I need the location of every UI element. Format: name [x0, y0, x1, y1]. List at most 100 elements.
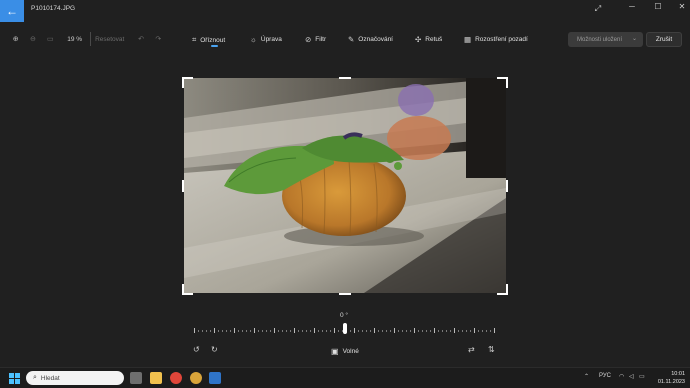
language-indicator[interactable]: РУС: [599, 373, 611, 379]
clock[interactable]: 10:01 01.11.2023: [650, 370, 685, 386]
undo-icon[interactable]: ↶: [132, 35, 149, 43]
fit-to-window-icon[interactable]: ▭: [42, 35, 59, 43]
ruler-tick: [226, 330, 227, 332]
ruler-tick: [454, 328, 455, 333]
ruler-tick: [410, 330, 411, 332]
flip-vertical-icon[interactable]: ⇅: [488, 345, 495, 354]
ruler-tick: [238, 330, 239, 332]
ruler-tick: [474, 328, 475, 333]
windows-start-icon[interactable]: [9, 373, 20, 384]
reset-button[interactable]: Resetovat: [95, 36, 124, 43]
expand-icon[interactable]: ⤢: [586, 4, 610, 14]
ruler-tick: [450, 330, 451, 332]
photo-canvas[interactable]: [184, 78, 506, 293]
clock-date: 01.11.2023: [657, 379, 685, 385]
tab-label: Úprava: [260, 36, 282, 43]
zoom-in-icon[interactable]: ⊕: [7, 35, 24, 43]
rotation-slider-handle[interactable]: [343, 323, 347, 334]
ruler-tick: [466, 330, 467, 332]
ruler-tick: [206, 330, 207, 332]
ruler-tick: [222, 330, 223, 332]
photos-app-icon[interactable]: [209, 372, 221, 384]
minimize-button[interactable]: ─: [620, 2, 644, 11]
task-view-icon[interactable]: [130, 372, 142, 384]
ruler-tick: [242, 330, 243, 332]
ruler-tick: [378, 330, 379, 332]
ruler-tick: [386, 330, 387, 332]
chevron-down-icon: ⌄: [631, 36, 637, 42]
crop-handle-bottom-right[interactable]: [497, 284, 508, 295]
crop-handle-left[interactable]: [182, 180, 184, 192]
tab-markup[interactable]: ✎ Označování: [348, 35, 393, 44]
zoom-out-icon[interactable]: ⊖: [24, 35, 41, 43]
background-blur-icon: ▦: [464, 35, 472, 44]
search-placeholder: Hledat: [40, 374, 60, 382]
ruler-tick: [246, 330, 247, 332]
rotate-right-icon[interactable]: ↻: [211, 345, 218, 354]
crop-handle-top[interactable]: [339, 77, 351, 79]
tab-label: Retuš: [425, 36, 443, 43]
ruler-tick: [318, 330, 319, 332]
ruler-tick: [294, 328, 295, 333]
ruler-tick: [350, 330, 351, 332]
save-options-button[interactable]: Možnosti uložení ⌄: [568, 32, 643, 47]
ruler-tick: [330, 330, 331, 332]
taskbar-search[interactable]: ⌕ Hledat: [26, 371, 124, 385]
rotation-angle: 0 °: [340, 312, 349, 319]
tab-crop[interactable]: ⌗ Oříznout: [192, 35, 225, 45]
ruler-tick: [382, 330, 383, 332]
crop-handle-right[interactable]: [506, 180, 508, 192]
file-explorer-icon[interactable]: [150, 372, 162, 384]
ruler-tick: [286, 330, 287, 332]
crop-handle-top-right[interactable]: [497, 77, 508, 88]
battery-icon[interactable]: ▭: [639, 373, 645, 380]
zoom-percent: 19 %: [67, 35, 83, 43]
tab-retouch[interactable]: ✣ Retuš: [415, 35, 442, 44]
flip-horizontal-icon[interactable]: ⇄: [468, 345, 475, 354]
tab-background-blur[interactable]: ▦ Rozostření pozadí: [464, 35, 528, 44]
close-button[interactable]: ✕: [670, 2, 690, 11]
crop-handle-bottom-left[interactable]: [182, 284, 193, 295]
adjust-icon: ☼: [250, 35, 257, 44]
volume-icon[interactable]: ◁: [629, 373, 634, 380]
ruler-tick: [458, 330, 459, 332]
cancel-button[interactable]: Zrušit: [646, 32, 682, 47]
ruler-tick: [414, 328, 415, 333]
ruler-tick: [398, 330, 399, 332]
ruler-tick: [302, 330, 303, 332]
tab-label: Rozostření pozadí: [475, 36, 528, 43]
tab-adjust[interactable]: ☼ Úprava: [250, 35, 282, 44]
ruler-tick: [394, 328, 395, 333]
redo-icon[interactable]: ↷: [150, 35, 167, 43]
search-icon: ⌕: [33, 374, 37, 381]
file-name: P1010174.JPG: [31, 5, 76, 12]
crop-handle-top-left[interactable]: [182, 77, 193, 88]
ruler-tick: [290, 330, 291, 332]
aspect-ratio-label: Volné: [342, 348, 359, 355]
crop-handle-bottom[interactable]: [339, 293, 351, 295]
maximize-button[interactable]: ☐: [646, 2, 670, 11]
tab-label: Označování: [358, 36, 393, 43]
ruler-tick: [210, 330, 211, 332]
arrow-left-icon: ←: [6, 4, 18, 18]
ruler-tick: [390, 330, 391, 332]
chrome-profile-icon[interactable]: [190, 372, 202, 384]
tab-filter[interactable]: ⊘ Filtr: [305, 35, 326, 44]
tab-label: Oříznout: [200, 36, 226, 44]
ruler-tick: [202, 330, 203, 332]
chrome-icon[interactable]: [170, 372, 182, 384]
ruler-tick: [418, 330, 419, 332]
ruler-tick: [438, 330, 439, 332]
ruler-tick: [310, 330, 311, 332]
ruler-tick: [430, 330, 431, 332]
aspect-ratio-button[interactable]: ▣ Volné: [331, 347, 359, 356]
rotate-left-icon[interactable]: ↺: [193, 345, 200, 354]
tab-label: Filtr: [315, 36, 327, 43]
ruler-tick: [262, 330, 263, 332]
chevron-up-icon[interactable]: ⌃: [584, 373, 589, 380]
wifi-icon[interactable]: ◠: [619, 373, 624, 380]
title-bar: ← P1010174.JPG ⤢ ─ ☐ ✕: [0, 0, 690, 22]
ruler-tick: [194, 328, 195, 333]
save-options-label: Možnosti uložení: [577, 36, 623, 43]
back-button[interactable]: ←: [0, 0, 24, 22]
